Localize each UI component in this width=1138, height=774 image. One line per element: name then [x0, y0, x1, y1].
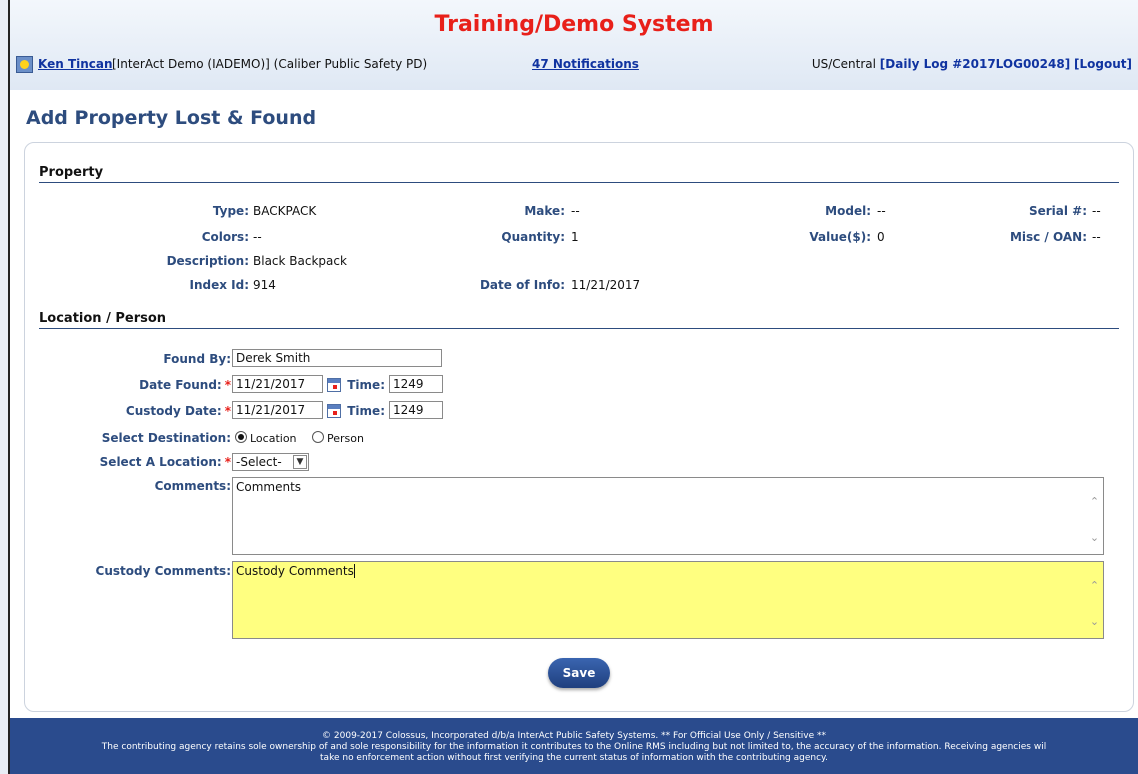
required-mark: *	[224, 378, 231, 392]
daily-log-link[interactable]: [Daily Log #2017LOG00248]	[880, 57, 1070, 71]
date-found-label: Date Found: *	[55, 378, 231, 392]
scroll-down-icon[interactable]: ⌄	[1086, 612, 1103, 632]
user-agency-info: [InterAct Demo (IADEMO)] (Caliber Public…	[112, 57, 428, 71]
index-id-label: Index Id:	[189, 278, 249, 292]
logout-link[interactable]: [Logout]	[1074, 57, 1132, 71]
model-label: Model:	[825, 204, 871, 218]
make-label: Make:	[524, 204, 565, 218]
required-mark: *	[224, 455, 231, 469]
calendar-icon[interactable]	[327, 378, 341, 392]
comments-label: Comments:	[154, 479, 231, 493]
scroll-up-icon[interactable]: ⌃	[1086, 492, 1103, 512]
location-select[interactable]: -Select- ▼	[232, 453, 309, 471]
notifications-link[interactable]: 47 Notifications	[532, 57, 639, 71]
misc-label: Misc / OAN:	[1009, 230, 1087, 244]
custody-date-label: Custody Date: *	[55, 404, 231, 418]
comments-scrollbar[interactable]: ⌃ ⌄	[1086, 478, 1103, 554]
destination-location-label: Location	[250, 432, 297, 445]
serial-value: --	[1092, 204, 1101, 218]
date-of-info-value: 11/21/2017	[571, 278, 641, 292]
custody-time-label: Time:	[347, 404, 385, 418]
colors-label: Colors:	[201, 230, 249, 244]
daylight-sun-icon	[16, 56, 33, 73]
page-title: Add Property Lost & Found	[26, 107, 317, 129]
scroll-down-icon[interactable]: ⌄	[1086, 528, 1103, 548]
date-found-input[interactable]	[232, 375, 323, 393]
form-card: Property Type: BACKPACK Make: -- Model: …	[24, 142, 1134, 712]
date-found-label-text: Date Found:	[139, 378, 222, 392]
calendar-icon[interactable]	[327, 404, 341, 418]
description-label: Description:	[166, 254, 249, 268]
user-name-link[interactable]: Ken Tincan	[38, 57, 113, 71]
misc-value: --	[1092, 230, 1101, 244]
index-id-value: 914	[253, 278, 276, 292]
header: Training/Demo System Ken Tincan [InterAc…	[10, 0, 1138, 90]
custody-comments-text: Custody Comments	[236, 564, 354, 578]
footer-copyright: © 2009-2017 Colossus, Incorporated d/b/a…	[322, 731, 826, 741]
window-left-edge	[0, 0, 10, 774]
quantity-value: 1	[571, 230, 579, 244]
type-value: BACKPACK	[253, 204, 317, 218]
custody-comments-label: Custody Comments:	[95, 564, 231, 578]
custody-comments-textarea[interactable]: Custody Comments ⌃ ⌄	[232, 561, 1104, 639]
value-label: Value($):	[809, 230, 871, 244]
description-value: Black Backpack	[253, 254, 347, 268]
date-found-time-input[interactable]	[389, 375, 443, 393]
session-info: US/Central [Daily Log #2017LOG00248] [Lo…	[812, 57, 1132, 71]
date-found-time-label: Time:	[347, 378, 385, 392]
destination-person-label: Person	[327, 432, 364, 445]
location-section-header: Location / Person	[39, 311, 1119, 329]
quantity-label: Quantity:	[501, 230, 565, 244]
found-by-input[interactable]	[232, 349, 442, 367]
location-select-value: -Select-	[236, 455, 282, 469]
footer-disclaimer-2: take no enforcement action without first…	[320, 753, 828, 763]
save-button[interactable]: Save	[548, 658, 610, 688]
text-cursor	[353, 564, 355, 578]
destination-person-radio[interactable]	[312, 431, 324, 443]
date-of-info-label: Date of Info:	[479, 278, 565, 292]
select-location-label-text: Select A Location:	[99, 455, 222, 469]
property-section-header: Property	[39, 165, 1119, 183]
required-mark: *	[224, 404, 231, 418]
user-bar: Ken Tincan [InterAct Demo (IADEMO)] (Cal…	[10, 52, 1138, 76]
scroll-up-icon[interactable]: ⌃	[1086, 576, 1103, 596]
footer-disclaimer-1: The contributing agency retains sole own…	[101, 742, 1047, 752]
custody-comments-scrollbar[interactable]: ⌃ ⌄	[1086, 562, 1103, 638]
select-location-label: Select A Location: *	[55, 455, 231, 469]
select-destination-label: Select Destination:	[101, 431, 231, 445]
model-value: --	[877, 204, 886, 218]
value-value: 0	[877, 230, 885, 244]
timezone-label: US/Central	[811, 57, 876, 71]
type-label: Type:	[212, 204, 249, 218]
system-title: Training/Demo System	[434, 12, 714, 37]
chevron-down-icon[interactable]: ▼	[293, 455, 307, 469]
custody-time-input[interactable]	[389, 401, 443, 419]
found-by-label: Found By:	[163, 352, 231, 366]
footer: © 2009-2017 Colossus, Incorporated d/b/a…	[10, 718, 1138, 774]
destination-location-radio[interactable]	[235, 431, 247, 443]
comments-text: Comments	[236, 480, 302, 494]
serial-label: Serial #:	[1028, 204, 1087, 218]
app-window: Training/Demo System Ken Tincan [InterAc…	[10, 0, 1138, 774]
custody-date-input[interactable]	[232, 401, 323, 419]
colors-value: --	[253, 230, 262, 244]
custody-date-label-text: Custody Date:	[125, 404, 222, 418]
comments-textarea[interactable]: Comments ⌃ ⌄	[232, 477, 1104, 555]
make-value: --	[571, 204, 580, 218]
